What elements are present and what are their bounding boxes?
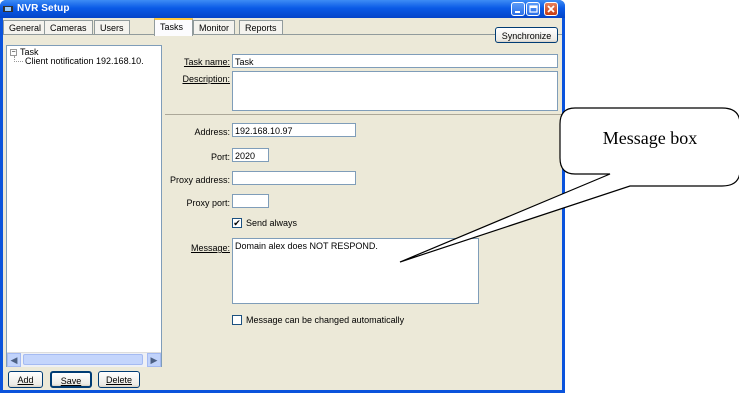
callout-label: Message box	[602, 128, 698, 148]
callout-graphic	[399, 107, 739, 263]
tab-tasks[interactable]: Tasks	[154, 18, 193, 36]
